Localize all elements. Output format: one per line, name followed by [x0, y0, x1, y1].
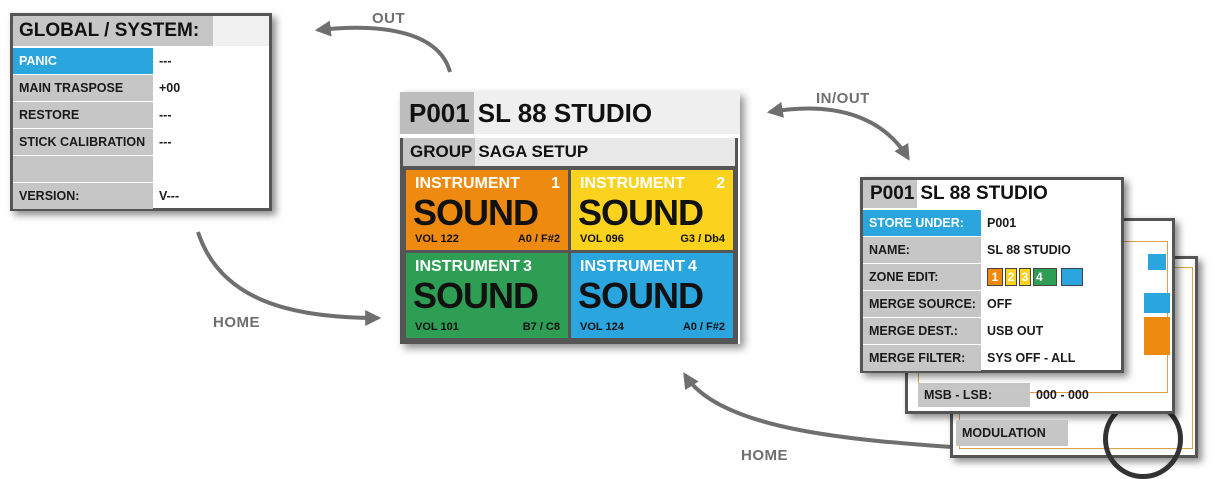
back-blue-tab: [1148, 254, 1166, 270]
instrument-1-vol: VOL 122: [415, 233, 459, 245]
zone-2-swatch[interactable]: 2: [1005, 268, 1017, 286]
store-preset-number: P001: [863, 180, 918, 208]
modulation-label: MODULATION: [956, 420, 1068, 446]
store-row-merge-source[interactable]: MERGE SOURCE: OFF: [863, 291, 1121, 318]
global-title-bar: GLOBAL / SYSTEM:: [13, 16, 269, 48]
version-value: V---: [159, 189, 180, 203]
stick-calibration-value: ---: [159, 135, 172, 149]
panic-label: PANIC: [13, 48, 153, 74]
instrument-3-tile[interactable]: INSTRUMENT 3 SOUND VOL 101 B7 / C8: [406, 253, 568, 338]
zone-2-text: 2: [1007, 270, 1015, 284]
instrument-2-tile[interactable]: INSTRUMENT 2 SOUND VOL 096 G3 / Db4: [571, 170, 733, 250]
global-row-restore[interactable]: RESTORE ---: [13, 102, 269, 129]
arrow-out: [314, 20, 452, 73]
back-orange-block: [1144, 317, 1170, 355]
main-traspose-value: +00: [159, 81, 181, 95]
group-bar[interactable]: GROUP SAGA SETUP: [403, 138, 735, 166]
instrument-4-number: 4: [688, 258, 697, 275]
name-value: SL 88 STUDIO: [987, 243, 1071, 257]
msb-lsb-label: MSB - LSB:: [918, 383, 1030, 407]
version-label: VERSION:: [13, 183, 153, 209]
merge-source-value: OFF: [987, 297, 1012, 311]
restore-label: RESTORE: [13, 102, 153, 128]
global-row-version: VERSION: V---: [13, 183, 269, 209]
zone-5-swatch[interactable]: [1061, 268, 1083, 286]
instrument-3-sound: SOUND: [413, 275, 539, 316]
arrow-in-out: [766, 101, 910, 161]
store-under-label: STORE UNDER:: [863, 210, 981, 236]
label-out: OUT: [372, 10, 406, 27]
main-header: P001 SL 88 STUDIO: [400, 92, 740, 134]
instrument-4-sound: SOUND: [578, 275, 704, 316]
preset-store-panel: P001 SL 88 STUDIO STORE UNDER: P001 NAME…: [860, 177, 1124, 373]
label-in-out: IN/OUT: [816, 90, 870, 107]
instrument-4-tile[interactable]: INSTRUMENT 4 SOUND VOL 124 A0 / F#2: [571, 253, 733, 338]
global-row-panic[interactable]: PANIC ---: [13, 48, 269, 75]
merge-filter-value: SYS OFF - ALL: [987, 351, 1076, 365]
global-row-empty: [13, 156, 269, 183]
zone-4-text: 4: [1036, 270, 1043, 284]
instrument-1-range: A0 / F#2: [517, 233, 560, 245]
back-blue-block: [1144, 293, 1170, 313]
store-row-store-under[interactable]: STORE UNDER: P001: [863, 210, 1121, 237]
group-label: GROUP: [403, 138, 476, 166]
main-preset-screen: P001 SL 88 STUDIO GROUP SAGA SETUP INSTR…: [400, 92, 740, 344]
label-home-left: HOME: [213, 314, 260, 331]
merge-dest-label: MERGE DEST.:: [863, 318, 981, 344]
panic-value: ---: [159, 54, 172, 68]
main-traspose-label: MAIN TRASPOSE: [13, 75, 153, 101]
store-row-merge-dest[interactable]: MERGE DEST.: USB OUT: [863, 318, 1121, 345]
instrument-3-range: B7 / C8: [522, 321, 560, 333]
global-title: GLOBAL / SYSTEM:: [13, 16, 213, 46]
instrument-1-tile[interactable]: INSTRUMENT 1 SOUND VOL 122 A0 / F#2: [406, 170, 568, 250]
instrument-3-label: INSTRUMENT: [415, 258, 520, 275]
store-row-name[interactable]: NAME: SL 88 STUDIO: [863, 237, 1121, 264]
zone-edit-label: ZONE EDIT:: [863, 264, 981, 290]
label-home-bottom: HOME: [741, 447, 788, 464]
instrument-1-sound: SOUND: [413, 192, 539, 233]
zone-4-swatch[interactable]: 4: [1033, 268, 1057, 286]
store-row-zone-edit[interactable]: ZONE EDIT: 1 2 3 4: [863, 264, 1121, 291]
instrument-3-vol: VOL 101: [415, 321, 459, 333]
instrument-1-number: 1: [551, 175, 560, 192]
zone-1-swatch[interactable]: 1: [987, 268, 1003, 286]
group-name: SAGA SETUP: [478, 142, 589, 161]
instrument-2-sound: SOUND: [578, 192, 704, 233]
instrument-2-vol: VOL 096: [580, 233, 624, 245]
zone-3-swatch[interactable]: 3: [1019, 268, 1031, 286]
main-body: GROUP SAGA SETUP INSTRUMENT 1 SOUND VOL …: [400, 138, 738, 344]
zone-1-text: 1: [991, 270, 999, 284]
store-header: P001 SL 88 STUDIO: [863, 180, 1121, 210]
global-row-main-traspose[interactable]: MAIN TRASPOSE +00: [13, 75, 269, 102]
instrument-2-label: INSTRUMENT: [580, 175, 685, 192]
instrument-2-range: G3 / Db4: [680, 233, 725, 245]
merge-filter-label: MERGE FILTER:: [863, 345, 981, 371]
store-preset-name: SL 88 STUDIO: [920, 183, 1048, 204]
restore-value: ---: [159, 108, 172, 122]
store-row-merge-filter[interactable]: MERGE FILTER: SYS OFF - ALL: [863, 345, 1121, 371]
global-row-stick-calibration[interactable]: STICK CALIBRATION ---: [13, 129, 269, 156]
store-under-value: P001: [987, 216, 1017, 230]
empty-label: [13, 156, 153, 182]
msb-lsb-value: 000 - 000: [1036, 388, 1089, 402]
zone-3-text: 3: [1021, 270, 1029, 284]
stick-calibration-label: STICK CALIBRATION: [13, 129, 153, 155]
zone-edit-value: 1 2 3 4: [981, 264, 1083, 290]
instrument-3-number: 3: [523, 258, 532, 275]
modulation-strip: MODULATION: [956, 420, 1068, 446]
global-system-panel: GLOBAL / SYSTEM: PANIC --- MAIN TRASPOSE…: [10, 13, 272, 211]
instrument-4-vol: VOL 124: [580, 321, 624, 333]
instrument-2-number: 2: [716, 175, 725, 192]
instrument-4-label: INSTRUMENT: [580, 258, 685, 275]
merge-source-label: MERGE SOURCE:: [863, 291, 981, 317]
instrument-4-range: A0 / F#2: [682, 321, 725, 333]
name-label: NAME:: [863, 237, 981, 263]
merge-dest-value: USB OUT: [987, 324, 1044, 338]
main-preset-number: P001: [400, 92, 474, 134]
instrument-1-label: INSTRUMENT: [415, 175, 520, 192]
main-preset-name: SL 88 STUDIO: [477, 97, 653, 128]
empty-value: [153, 156, 159, 182]
arrow-home-left: [196, 231, 382, 326]
